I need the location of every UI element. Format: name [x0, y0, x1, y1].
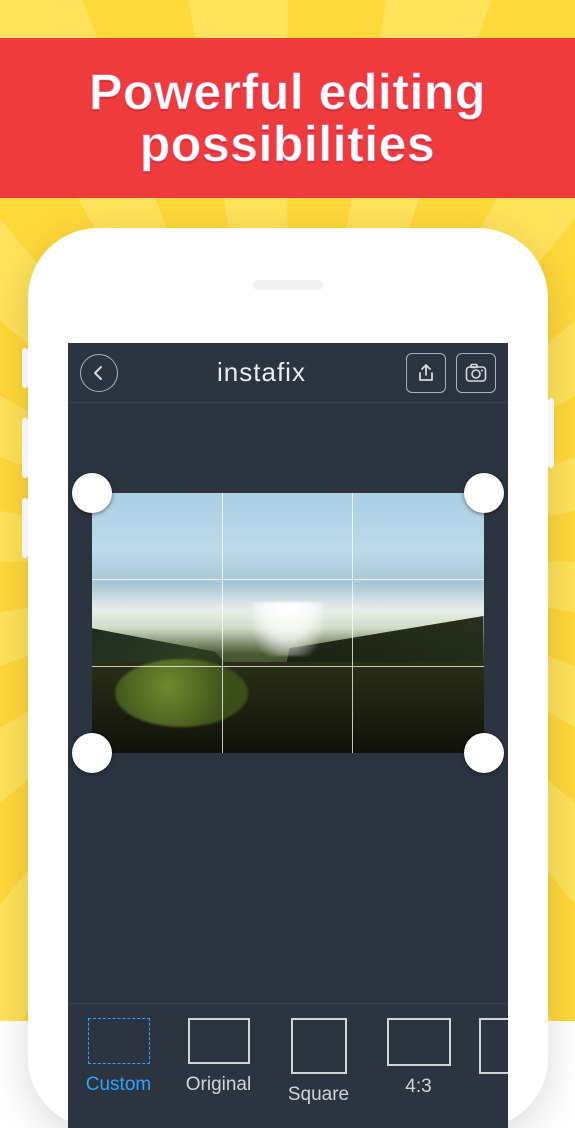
app-screen: instafix [68, 343, 508, 1128]
camera-icon [465, 363, 487, 383]
crop-frame[interactable] [92, 493, 484, 753]
photo-preview [92, 493, 484, 753]
phone-side-button [22, 498, 28, 558]
back-icon [91, 365, 107, 381]
crop-handle-bottom-left[interactable] [72, 733, 112, 773]
crop-handle-bottom-right[interactable] [464, 733, 504, 773]
ratio-label: Original [186, 1074, 251, 1096]
ratio-option-custom[interactable]: Custom [80, 1018, 158, 1106]
ratio-thumb [387, 1018, 451, 1066]
phone-side-button [22, 418, 28, 478]
ratio-label: Square [288, 1084, 349, 1106]
share-button[interactable] [406, 353, 446, 393]
aspect-ratio-bar[interactable]: Custom Original Square 4:3 [68, 1003, 508, 1128]
ratio-option-square[interactable]: Square [280, 1018, 358, 1106]
crop-handle-top-left[interactable] [72, 473, 112, 513]
phone-side-button [548, 398, 554, 468]
ratio-thumb [88, 1018, 150, 1064]
ratio-thumb [188, 1018, 250, 1064]
ratio-thumb [291, 1018, 347, 1074]
ratio-option-original[interactable]: Original [180, 1018, 258, 1106]
ratio-option-4-3[interactable]: 4:3 [380, 1018, 458, 1106]
promo-headline: Powerful editing possibilities [20, 66, 555, 171]
promo-banner: Powerful editing possibilities [0, 38, 575, 198]
ratio-thumb [479, 1018, 508, 1074]
phone-side-button [22, 348, 28, 388]
back-button[interactable] [80, 354, 118, 392]
top-bar: instafix [68, 343, 508, 403]
camera-button[interactable] [456, 353, 496, 393]
ratio-label: Custom [86, 1074, 151, 1096]
crop-canvas[interactable] [68, 403, 508, 903]
share-icon [416, 363, 436, 383]
ratio-option-more[interactable] [480, 1018, 508, 1106]
ratio-label: 4:3 [405, 1076, 431, 1098]
crop-handle-top-right[interactable] [464, 473, 504, 513]
phone-frame: instafix [28, 228, 548, 1128]
app-title: instafix [128, 357, 396, 388]
